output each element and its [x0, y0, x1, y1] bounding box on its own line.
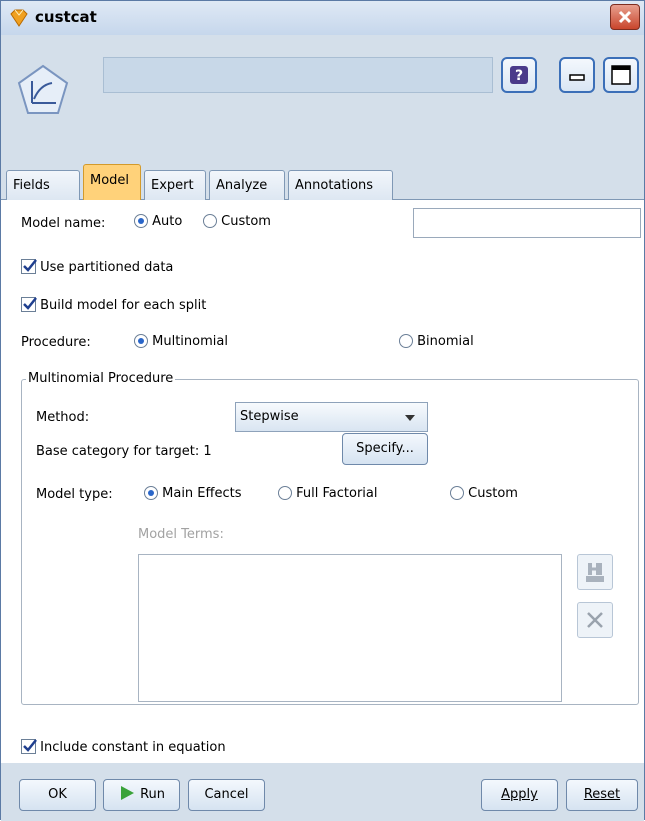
- full-factorial-radio[interactable]: [278, 486, 292, 500]
- multinomial-radio[interactable]: [134, 334, 148, 348]
- maximize-icon: [611, 65, 631, 85]
- maximize-button[interactable]: [603, 57, 639, 93]
- multinomial-label: Multinomial: [152, 334, 228, 349]
- custom-type-label: Custom: [468, 486, 518, 501]
- method-dropdown[interactable]: Stepwise: [235, 402, 428, 432]
- method-label: Method:: [36, 410, 90, 425]
- binomial-label: Binomial: [417, 334, 474, 349]
- model-terms-list[interactable]: [138, 554, 562, 702]
- window-title: custcat: [35, 8, 97, 26]
- specify-button[interactable]: Specify...: [342, 433, 428, 465]
- minimize-button[interactable]: [559, 57, 595, 93]
- chevron-down-icon: [405, 415, 415, 421]
- group-title: Multinomial Procedure: [26, 371, 176, 386]
- tab-analyze[interactable]: Analyze: [209, 170, 285, 200]
- run-button[interactable]: Run: [103, 779, 180, 811]
- close-button[interactable]: [610, 4, 640, 30]
- app-icon: [9, 8, 29, 28]
- svg-text:?: ?: [515, 68, 523, 84]
- cancel-button[interactable]: Cancel: [188, 779, 265, 811]
- full-factorial-radio-row[interactable]: Full Factorial: [278, 486, 378, 501]
- method-value: Stepwise: [240, 409, 299, 424]
- model-name-input[interactable]: [413, 208, 641, 238]
- custom-name-radio-row[interactable]: Custom: [203, 214, 271, 229]
- auto-radio[interactable]: [134, 214, 148, 228]
- use-partitioned-label: Use partitioned data: [40, 260, 174, 275]
- tab-annotations[interactable]: Annotations: [288, 170, 393, 200]
- main-effects-label: Main Effects: [162, 486, 242, 501]
- include-constant-label: Include constant in equation: [40, 740, 226, 755]
- close-icon: [618, 10, 632, 24]
- custom-name-radio-label: Custom: [221, 214, 271, 229]
- full-factorial-label: Full Factorial: [296, 486, 378, 501]
- dialog-window: custcat ? Fields Model Expert Analyze An…: [0, 0, 645, 821]
- build-split-label: Build model for each split: [40, 298, 207, 313]
- procedure-label: Procedure:: [21, 335, 91, 350]
- include-constant-checkbox[interactable]: [21, 739, 37, 754]
- tab-bar: Fields Model Expert Analyze Annotations: [1, 155, 644, 200]
- delete-icon: [587, 612, 603, 628]
- run-label: Run: [140, 787, 166, 802]
- use-partitioned-checkbox[interactable]: [21, 259, 37, 274]
- button-bar: OK Run Cancel Apply Reset: [1, 763, 644, 821]
- model-type-label: Model type:: [36, 487, 113, 502]
- model-terms-label: Model Terms:: [138, 527, 224, 542]
- node-name-field[interactable]: [103, 57, 493, 93]
- model-name-label: Model name:: [21, 216, 106, 231]
- custom-type-radio[interactable]: [450, 486, 464, 500]
- add-terms-button[interactable]: [577, 554, 613, 590]
- base-category-label: Base category for target: 1: [36, 444, 212, 459]
- node-header: ?: [1, 35, 644, 155]
- model-name-row: Model name:: [21, 216, 105, 231]
- help-button[interactable]: ?: [501, 57, 537, 93]
- binomial-radio[interactable]: [399, 334, 413, 348]
- tab-fields[interactable]: Fields: [6, 170, 80, 200]
- help-icon: ?: [510, 66, 528, 84]
- tab-expert[interactable]: Expert: [144, 170, 206, 200]
- reset-button[interactable]: Reset: [566, 779, 638, 811]
- custom-name-radio[interactable]: [203, 214, 217, 228]
- use-partitioned-row[interactable]: Use partitioned data: [21, 259, 173, 275]
- minimize-icon: [569, 74, 585, 81]
- apply-button[interactable]: Apply: [481, 779, 558, 811]
- add-terms-icon: [586, 563, 604, 582]
- custom-type-radio-row[interactable]: Custom: [450, 486, 518, 501]
- main-effects-radio[interactable]: [144, 486, 158, 500]
- build-split-checkbox[interactable]: [21, 297, 37, 312]
- tab-model[interactable]: Model: [83, 164, 141, 200]
- delete-terms-button[interactable]: [577, 602, 613, 638]
- auto-radio-row[interactable]: Auto: [134, 214, 182, 229]
- auto-radio-label: Auto: [152, 214, 183, 229]
- ok-button[interactable]: OK: [19, 779, 96, 811]
- node-icon: [16, 63, 70, 117]
- include-constant-row[interactable]: Include constant in equation: [21, 739, 226, 755]
- main-effects-radio-row[interactable]: Main Effects: [144, 486, 242, 501]
- multinomial-radio-row[interactable]: Multinomial: [134, 334, 228, 349]
- binomial-radio-row[interactable]: Binomial: [399, 334, 474, 349]
- run-icon: [120, 786, 134, 800]
- build-split-row[interactable]: Build model for each split: [21, 297, 206, 313]
- title-bar[interactable]: custcat: [1, 1, 644, 36]
